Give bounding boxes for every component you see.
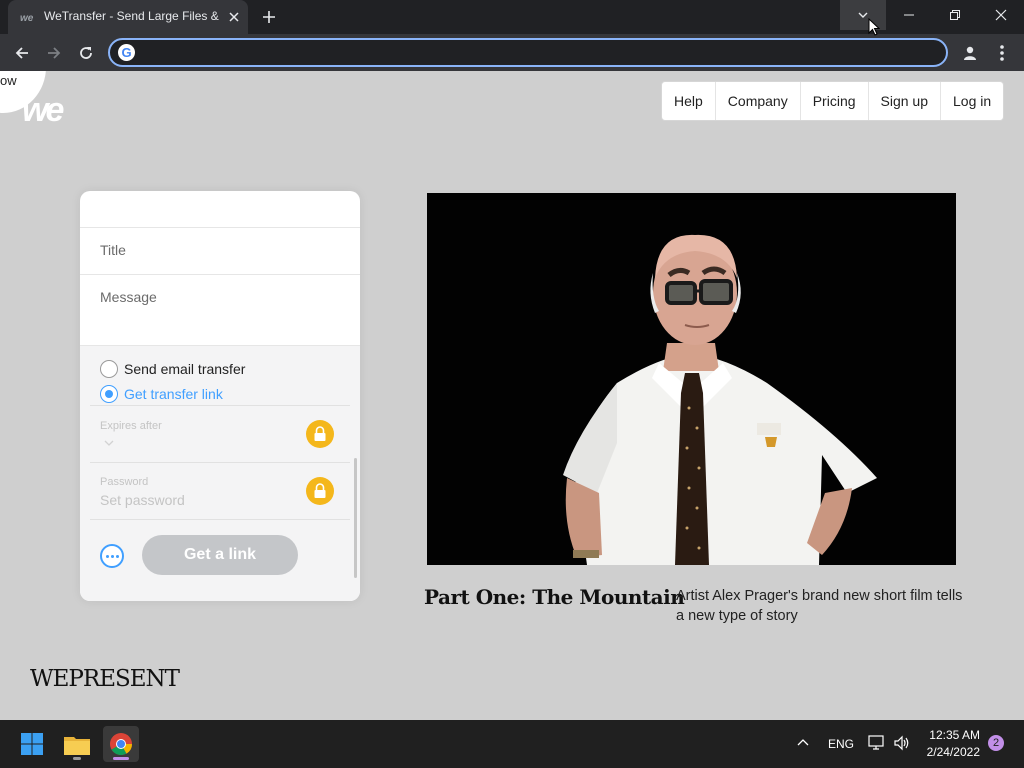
- profile-icon: [964, 46, 976, 60]
- hero-description: Artist Alex Prager's brand new short fil…: [676, 588, 963, 624]
- get-link-radio[interactable]: [100, 385, 118, 403]
- windows-taskbar: ENG 12:35 AM 2/24/2022 2: [0, 720, 1024, 768]
- email-field-area[interactable]: [80, 191, 360, 228]
- browser-toolbar: G: [0, 34, 1024, 71]
- nav-company[interactable]: Company: [716, 82, 801, 120]
- mouse-cursor-icon: [868, 18, 880, 36]
- message-input[interactable]: [100, 289, 340, 335]
- chrome-taskbar-button[interactable]: [103, 726, 139, 762]
- close-icon: [995, 9, 1007, 21]
- more-vert-icon[interactable]: [992, 41, 1012, 65]
- hero-image[interactable]: [427, 193, 956, 565]
- plus-icon[interactable]: [260, 8, 278, 26]
- nav-sign-up[interactable]: Sign up: [869, 82, 941, 120]
- message-field: [80, 275, 360, 346]
- get-link-label: Get transfer link: [124, 386, 223, 402]
- svg-text:we: we: [20, 13, 34, 23]
- lock-icon: [314, 426, 326, 441]
- panel-scrollbar[interactable]: [354, 458, 357, 578]
- close-icon[interactable]: [226, 9, 242, 25]
- taskbar-indicator: [73, 757, 81, 760]
- get-link-button[interactable]: Get a link: [142, 535, 298, 575]
- page-content: ow we Help Company Pricing Sign up Log i…: [0, 71, 1024, 720]
- taskbar-indicator: [113, 757, 129, 760]
- forward-button[interactable]: [42, 41, 66, 65]
- expires-lock-button[interactable]: [306, 420, 334, 448]
- more-horizontal-icon: [111, 555, 114, 558]
- address-input[interactable]: [144, 43, 924, 63]
- profile-button[interactable]: [958, 41, 982, 65]
- file-explorer-button[interactable]: [59, 726, 95, 762]
- send-email-radio[interactable]: [100, 360, 118, 378]
- password-label: Password: [100, 476, 149, 488]
- minimize-button[interactable]: [886, 0, 932, 30]
- more-horizontal-icon: [106, 555, 109, 558]
- notification-badge[interactable]: 2: [988, 735, 1004, 751]
- top-navigation: Help Company Pricing Sign up Log in: [661, 81, 1005, 121]
- portrait-illustration: [427, 193, 956, 565]
- wepresent-logo[interactable]: WEPRESENT: [30, 666, 180, 692]
- nav-pricing[interactable]: Pricing: [801, 82, 869, 120]
- google-icon: G: [118, 44, 135, 61]
- password-input[interactable]: [100, 492, 280, 508]
- more-horizontal-icon: [116, 555, 119, 558]
- more-options-button[interactable]: [100, 544, 124, 568]
- nav-log-in[interactable]: Log in: [941, 82, 1003, 120]
- title-input[interactable]: [100, 242, 340, 258]
- windows-start-icon: [21, 733, 43, 755]
- transfer-options: Send email transfer Get transfer link Ex…: [80, 346, 360, 601]
- close-window-button[interactable]: [978, 0, 1024, 30]
- get-link-option[interactable]: Get transfer link: [100, 384, 223, 404]
- title-field: [80, 228, 360, 275]
- wetransfer-favicon-icon: we: [20, 13, 34, 23]
- expires-label: Expires after: [100, 420, 162, 432]
- chevron-down-icon[interactable]: [104, 439, 114, 447]
- chevron-up-icon[interactable]: [796, 736, 810, 750]
- hero-title[interactable]: Part One: The Mountain: [424, 585, 685, 609]
- wetransfer-logo[interactable]: we: [22, 93, 64, 127]
- back-button[interactable]: [10, 41, 34, 65]
- restore-button[interactable]: [932, 0, 978, 30]
- lock-icon: [314, 483, 326, 498]
- back-icon: [15, 47, 28, 59]
- start-button[interactable]: [14, 726, 50, 762]
- language-indicator[interactable]: ENG: [828, 737, 854, 751]
- corner-text: ow: [0, 73, 17, 88]
- reload-icon: [80, 47, 92, 59]
- send-email-label: Send email transfer: [124, 361, 246, 377]
- restore-icon: [950, 10, 960, 20]
- nav-help[interactable]: Help: [662, 82, 716, 120]
- tab-title: WeTransfer - Send Large Files & Share Ph…: [44, 9, 222, 23]
- divider: [90, 519, 350, 520]
- network-icon[interactable]: [868, 735, 886, 751]
- transfer-panel: Send email transfer Get transfer link Ex…: [80, 191, 360, 601]
- clock-date[interactable]: 2/24/2022: [900, 745, 980, 759]
- clock-time[interactable]: 12:35 AM: [900, 728, 980, 742]
- divider: [90, 462, 350, 463]
- password-lock-button[interactable]: [306, 477, 334, 505]
- divider: [90, 405, 350, 406]
- send-email-option[interactable]: Send email transfer: [100, 359, 245, 379]
- minimize-icon: [904, 14, 914, 16]
- forward-icon: [48, 47, 61, 59]
- address-bar[interactable]: G: [108, 38, 948, 67]
- browser-tab[interactable]: we WeTransfer - Send Large Files & Share…: [8, 0, 248, 34]
- reload-button[interactable]: [74, 41, 98, 65]
